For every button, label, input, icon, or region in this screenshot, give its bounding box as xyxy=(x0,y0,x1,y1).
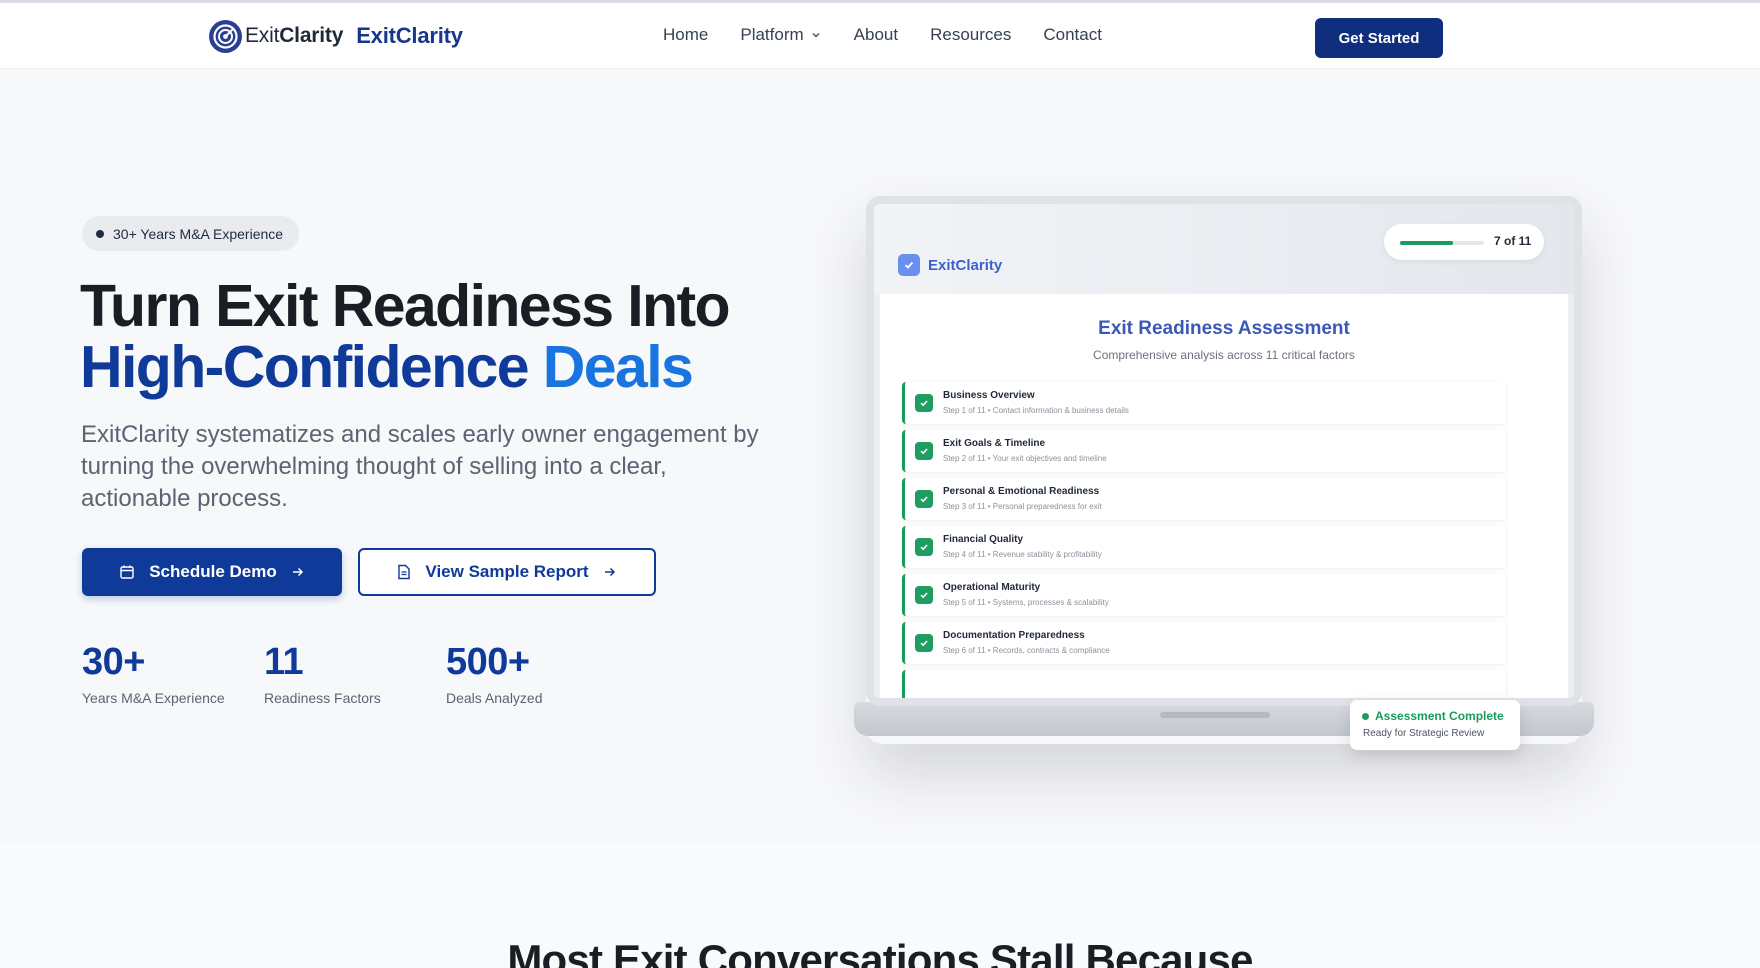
checkbox-checked-icon xyxy=(915,490,933,508)
arrow-right-icon xyxy=(604,567,615,577)
check-logo-icon xyxy=(898,254,920,276)
progress-fill xyxy=(1400,241,1454,245)
laptop-mockup: ExitClarity 7 of 11 Exit Readiness Asses… xyxy=(854,196,1594,744)
assessment-complete-toast: Assessment Complete Ready for Strategic … xyxy=(1350,700,1520,750)
target-logo-icon xyxy=(209,19,242,53)
stat-experience: 30+ Years M&A Experience xyxy=(82,640,228,706)
nav-contact[interactable]: Contact xyxy=(1043,25,1102,45)
list-item: Personal & Emotional Readiness Step 3 of… xyxy=(902,478,1506,520)
hero-section: 30+ Years M&A Experience Turn Exit Readi… xyxy=(0,70,1760,844)
site-header: ExitClarity ExitClarity Home Platform Ab… xyxy=(0,3,1760,69)
mockup-screen: ExitClarity 7 of 11 Exit Readiness Asses… xyxy=(866,196,1582,706)
assessment-panel: Exit Readiness Assessment Comprehensive … xyxy=(880,294,1568,698)
list-item: Operational Maturity Step 5 of 11 • Syst… xyxy=(902,574,1506,616)
stat-deals: 500+ Deals Analyzed xyxy=(446,640,606,706)
checkbox-checked-icon xyxy=(915,394,933,412)
headline-line-2a: High-Confidence xyxy=(80,334,530,400)
step-subtitle: Step 3 of 11 • Personal preparedness for… xyxy=(943,502,1102,511)
schedule-demo-button[interactable]: Schedule Demo xyxy=(82,548,342,596)
problem-section: Most Exit Conversations Stall Because xyxy=(0,844,1760,968)
assessment-title: Exit Readiness Assessment xyxy=(1098,318,1350,339)
toast-title: Assessment Complete xyxy=(1362,709,1504,723)
view-sample-report-button[interactable]: View Sample Report xyxy=(358,548,656,596)
hero-description: ExitClarity systematizes and scales earl… xyxy=(81,421,759,512)
laptop-notch xyxy=(1160,712,1270,718)
arrow-right-icon xyxy=(292,567,303,577)
list-item: Exit Goals & Timeline Step 2 of 11 • You… xyxy=(902,430,1506,472)
step-title: Personal & Emotional Readiness xyxy=(943,486,1100,497)
main-nav: Home Platform About Resources Contact xyxy=(663,25,1102,45)
checkbox-checked-icon xyxy=(915,538,933,556)
step-title: Business Overview xyxy=(943,390,1035,401)
stat-value: 30+ xyxy=(82,641,145,683)
stat-factors: 11 Readiness Factors xyxy=(264,640,410,706)
nav-home[interactable]: Home xyxy=(663,25,708,45)
assessment-steps: Business Overview Step 1 of 11 • Contact… xyxy=(902,382,1506,698)
checkbox-checked-icon xyxy=(915,442,933,460)
stat-label: Readiness Factors xyxy=(264,690,381,706)
chevron-down-icon xyxy=(812,32,820,38)
checkbox-checked-icon xyxy=(915,586,933,604)
logo-wordmark: ExitClarity xyxy=(245,24,344,47)
nav-platform[interactable]: Platform xyxy=(740,25,821,45)
list-item: Financial Quality Step 4 of 11 • Revenue… xyxy=(902,526,1506,568)
status-dot-icon xyxy=(1362,712,1369,720)
step-title: Operational Maturity xyxy=(943,582,1041,593)
step-subtitle: Step 1 of 11 • Contact information & bus… xyxy=(943,406,1129,415)
hero-headline: Turn Exit Readiness Into High-Confidence… xyxy=(80,273,731,400)
progress-track xyxy=(1400,241,1484,245)
schedule-demo-label: Schedule Demo xyxy=(149,562,277,581)
nav-about[interactable]: About xyxy=(854,25,898,45)
mockup-topbar: ExitClarity 7 of 11 xyxy=(874,204,1574,294)
list-item: Business Overview Step 1 of 11 • Contact… xyxy=(902,382,1506,424)
checkbox-checked-icon xyxy=(915,634,933,652)
badge-text: 30+ Years M&A Experience xyxy=(113,225,284,242)
step-title: Documentation Preparedness xyxy=(943,630,1085,641)
section-heading: Most Exit Conversations Stall Because xyxy=(507,936,1253,968)
nav-resources[interactable]: Resources xyxy=(930,25,1011,45)
step-subtitle: Step 4 of 11 • Revenue stability & profi… xyxy=(943,550,1102,559)
toast-title-text: Assessment Complete xyxy=(1375,709,1504,723)
stat-value: 11 xyxy=(264,641,304,683)
assessment-subtitle: Comprehensive analysis across 11 critica… xyxy=(1093,348,1355,362)
mockup-app-name: ExitClarity xyxy=(928,256,1003,274)
brand[interactable]: ExitClarity ExitClarity xyxy=(209,19,463,53)
step-subtitle: Step 2 of 11 • Your exit objectives and … xyxy=(943,454,1107,463)
get-started-button[interactable]: Get Started xyxy=(1315,18,1443,58)
document-icon xyxy=(398,564,411,580)
step-subtitle: Step 6 of 11 • Records, contracts & comp… xyxy=(943,646,1110,655)
brand-name: ExitClarity xyxy=(356,23,463,48)
toast-subtitle: Ready for Strategic Review xyxy=(1363,728,1485,739)
step-title: Financial Quality xyxy=(943,534,1024,545)
badge-dot-icon xyxy=(96,229,104,238)
mockup-app-logo: ExitClarity xyxy=(898,254,1002,276)
progress-label: 7 of 11 xyxy=(1494,234,1532,248)
list-item: Documentation Preparedness Step 6 of 11 … xyxy=(902,622,1506,664)
stat-label: Deals Analyzed xyxy=(446,690,543,706)
calendar-icon xyxy=(120,565,134,579)
view-sample-report-label: View Sample Report xyxy=(425,562,589,581)
stat-value: 500+ xyxy=(446,641,530,683)
headline-line-1: Turn Exit Readiness Into xyxy=(80,273,731,339)
hero-stats: 30+ Years M&A Experience 11 Readiness Fa… xyxy=(82,640,642,706)
headline-line-2b: Deals xyxy=(542,334,694,400)
progress-indicator: 7 of 11 xyxy=(1384,224,1544,260)
stat-label: Years M&A Experience xyxy=(82,690,225,706)
step-subtitle: Step 5 of 11 • Systems, processes & scal… xyxy=(943,598,1109,607)
step-title: Exit Goals & Timeline xyxy=(943,438,1046,449)
experience-badge: 30+ Years M&A Experience xyxy=(82,216,300,251)
